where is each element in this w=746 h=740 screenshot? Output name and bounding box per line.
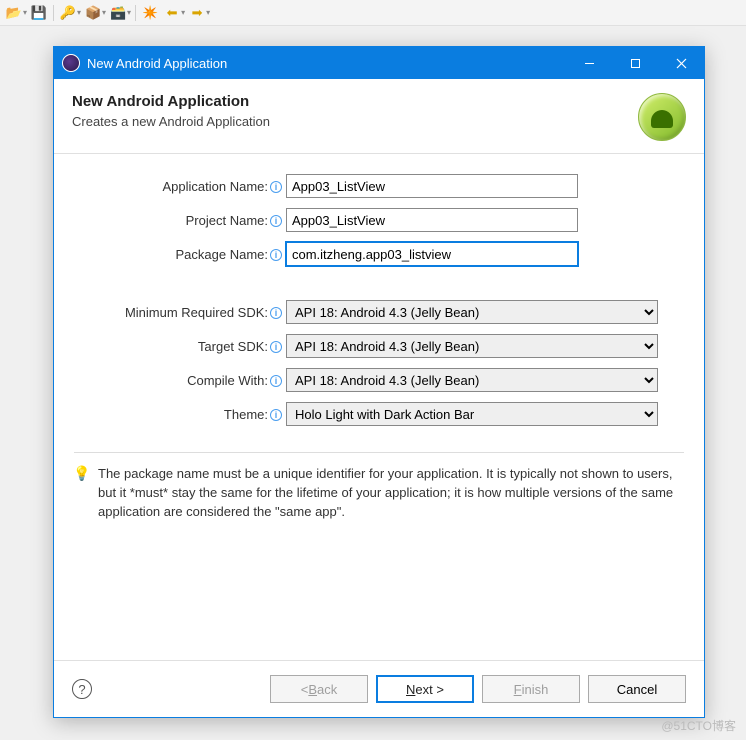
page-subtitle: Creates a new Android Application [72, 114, 638, 129]
titlebar: New Android Application [54, 47, 704, 79]
theme-label: Theme:i [78, 407, 286, 422]
save-icon[interactable]: 💾 [29, 3, 49, 23]
compile-with-label: Compile With:i [78, 373, 286, 388]
open-folder-icon[interactable]: 📂 [4, 3, 24, 23]
info-icon[interactable]: i [270, 341, 282, 353]
watermark: @51CTO博客 [661, 717, 736, 734]
new-android-app-dialog: New Android Application New Android Appl… [53, 46, 705, 718]
close-button[interactable] [658, 47, 704, 79]
package-name-input[interactable] [286, 242, 578, 266]
window-title: New Android Application [87, 56, 566, 71]
info-icon[interactable]: i [270, 409, 282, 421]
page-title: New Android Application [72, 93, 638, 110]
info-icon[interactable]: i [270, 249, 282, 261]
hint-text: The package name must be a unique identi… [98, 465, 684, 522]
star-icon[interactable]: ✴️ [140, 3, 160, 23]
compile-with-select[interactable]: API 18: Android 4.3 (Jelly Bean) [286, 368, 658, 392]
project-name-label: Project Name:i [78, 213, 286, 228]
min-sdk-select[interactable]: API 18: Android 4.3 (Jelly Bean) [286, 300, 658, 324]
theme-select[interactable]: Holo Light with Dark Action Bar [286, 402, 658, 426]
package-name-label: Package Name:i [78, 247, 286, 262]
app-name-label: Application Name:i [78, 179, 286, 194]
info-icon[interactable]: i [270, 181, 282, 193]
help-button[interactable]: ? [72, 679, 92, 699]
finish-button[interactable]: Finish [482, 675, 580, 703]
key-icon[interactable]: 🔑 [58, 3, 78, 23]
info-icon[interactable]: i [270, 215, 282, 227]
lightbulb-icon: 💡 [74, 465, 90, 481]
maximize-button[interactable] [612, 47, 658, 79]
back-button[interactable]: < Back [270, 675, 368, 703]
back-arrow-icon[interactable]: ⬅ [162, 3, 182, 23]
cancel-button[interactable]: Cancel [588, 675, 686, 703]
target-sdk-label: Target SDK:i [78, 339, 286, 354]
ide-toolbar: 📂▾ 💾 🔑▾ 📦▾ 🗃️▾ ✴️ ⬅▾ ➡▾ [0, 0, 746, 26]
forward-arrow-icon[interactable]: ➡ [187, 3, 207, 23]
target-sdk-select[interactable]: API 18: Android 4.3 (Jelly Bean) [286, 334, 658, 358]
min-sdk-label: Minimum Required SDK:i [78, 305, 286, 320]
footer: ? < Back Next > Finish Cancel [54, 660, 704, 717]
minimize-button[interactable] [566, 47, 612, 79]
hint-box: 💡 The package name must be a unique iden… [54, 463, 704, 524]
divider [74, 452, 684, 453]
info-icon[interactable]: i [270, 307, 282, 319]
project-name-input[interactable] [286, 208, 578, 232]
wizard-header: New Android Application Creates a new An… [54, 79, 704, 154]
application-name-input[interactable] [286, 174, 578, 198]
package-down-icon[interactable]: 📦 [83, 3, 103, 23]
info-icon[interactable]: i [270, 375, 282, 387]
form-area: Application Name:i Project Name:i Packag… [54, 154, 704, 442]
next-button[interactable]: Next > [376, 675, 474, 703]
eclipse-icon [62, 54, 80, 72]
android-icon [638, 93, 686, 141]
box-icon[interactable]: 🗃️ [108, 3, 128, 23]
